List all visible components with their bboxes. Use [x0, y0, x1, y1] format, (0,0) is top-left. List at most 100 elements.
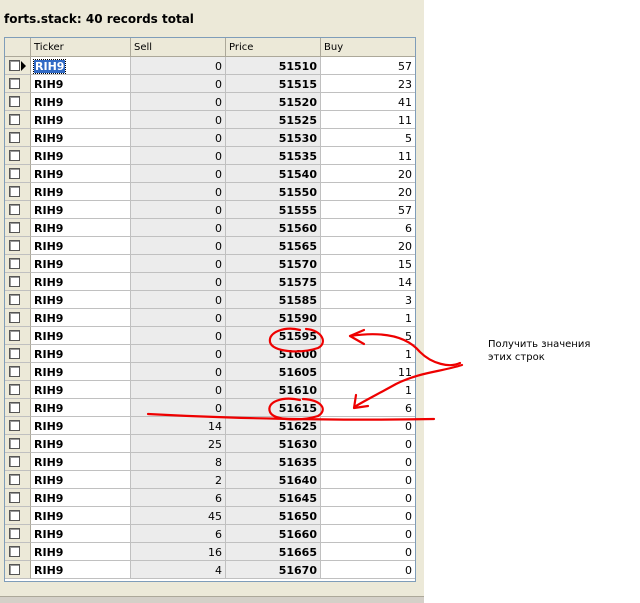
cell-price[interactable]: 51555 [226, 201, 321, 219]
row-checkbox[interactable] [9, 294, 20, 305]
row-indicator[interactable] [5, 111, 31, 129]
row-checkbox[interactable] [9, 420, 20, 431]
cell-buy[interactable]: 0 [321, 453, 415, 471]
cell-sell[interactable]: 16 [131, 543, 226, 561]
cell-price[interactable]: 51515 [226, 75, 321, 93]
cell-price[interactable]: 51605 [226, 363, 321, 381]
cell-price[interactable]: 51630 [226, 435, 321, 453]
row-indicator[interactable] [5, 363, 31, 381]
cell-buy[interactable]: 0 [321, 435, 415, 453]
cell-ticker[interactable]: RIH9 [31, 453, 131, 471]
cell-ticker[interactable]: RIH9 [31, 471, 131, 489]
row-indicator[interactable] [5, 561, 31, 579]
cell-buy[interactable]: 6 [321, 219, 415, 237]
cell-ticker[interactable]: RIH9 [31, 417, 131, 435]
cell-price[interactable]: 51570 [226, 255, 321, 273]
row-checkbox[interactable] [9, 474, 20, 485]
table-row[interactable]: RIH9 0 51590 1 [5, 309, 415, 327]
row-checkbox[interactable] [9, 564, 20, 575]
cell-sell[interactable]: 0 [131, 291, 226, 309]
cell-price[interactable]: 51530 [226, 129, 321, 147]
cell-sell[interactable]: 0 [131, 129, 226, 147]
header-corner[interactable] [5, 38, 31, 57]
row-checkbox[interactable] [9, 96, 20, 107]
column-header-price[interactable]: Price [226, 38, 321, 57]
row-checkbox[interactable] [9, 186, 20, 197]
cell-ticker[interactable]: RIH9 [31, 129, 131, 147]
cell-price[interactable]: 51520 [226, 93, 321, 111]
row-checkbox[interactable] [9, 150, 20, 161]
table-row[interactable]: RIH9 0 51595 5 [5, 327, 415, 345]
row-checkbox[interactable] [9, 456, 20, 467]
cell-sell[interactable]: 8 [131, 453, 226, 471]
row-indicator[interactable] [5, 183, 31, 201]
cell-sell[interactable]: 0 [131, 327, 226, 345]
cell-ticker[interactable]: RIH9 [31, 543, 131, 561]
cell-ticker[interactable]: RIH9 [31, 201, 131, 219]
row-indicator[interactable] [5, 93, 31, 111]
cell-buy[interactable]: 0 [321, 525, 415, 543]
row-checkbox[interactable] [9, 78, 20, 89]
cell-ticker[interactable]: RIH9 [31, 183, 131, 201]
cell-sell[interactable]: 0 [131, 255, 226, 273]
cell-buy[interactable]: 0 [321, 507, 415, 525]
cell-ticker[interactable]: RIH9 [31, 561, 131, 579]
column-header-sell[interactable]: Sell [131, 38, 226, 57]
table-row[interactable]: RIH9 0 51525 11 [5, 111, 415, 129]
cell-ticker[interactable]: RIH9 [31, 93, 131, 111]
row-indicator[interactable] [5, 219, 31, 237]
row-indicator[interactable] [5, 255, 31, 273]
row-indicator[interactable] [5, 435, 31, 453]
cell-price[interactable]: 51590 [226, 309, 321, 327]
row-indicator[interactable] [5, 471, 31, 489]
row-checkbox[interactable] [9, 240, 20, 251]
table-row[interactable]: RIH9 0 51565 20 [5, 237, 415, 255]
table-row[interactable]: RIH9 16 51665 0 [5, 543, 415, 561]
cell-buy[interactable]: 11 [321, 111, 415, 129]
table-row[interactable]: RIH9 0 51510 57 [5, 57, 415, 75]
cell-price[interactable]: 51595 [226, 327, 321, 345]
cell-ticker[interactable]: RIH9 [31, 237, 131, 255]
row-indicator[interactable] [5, 75, 31, 93]
cell-sell[interactable]: 14 [131, 417, 226, 435]
cell-buy[interactable]: 20 [321, 237, 415, 255]
cell-ticker[interactable]: RIH9 [31, 507, 131, 525]
row-indicator[interactable] [5, 147, 31, 165]
table-row[interactable]: RIH9 0 51550 20 [5, 183, 415, 201]
row-checkbox[interactable] [9, 204, 20, 215]
data-grid[interactable]: Ticker Sell Price Buy RIH9 0 51510 57 RIH9 0 5… [4, 37, 416, 582]
cell-sell[interactable]: 0 [131, 345, 226, 363]
cell-price[interactable]: 51660 [226, 525, 321, 543]
cell-sell[interactable]: 0 [131, 183, 226, 201]
row-indicator[interactable] [5, 129, 31, 147]
cell-price[interactable]: 51575 [226, 273, 321, 291]
table-row[interactable]: RIH9 0 51615 6 [5, 399, 415, 417]
table-row[interactable]: RIH9 0 51535 11 [5, 147, 415, 165]
cell-price[interactable]: 51560 [226, 219, 321, 237]
cell-buy[interactable]: 0 [321, 417, 415, 435]
cell-sell[interactable]: 0 [131, 399, 226, 417]
cell-sell[interactable]: 0 [131, 165, 226, 183]
row-indicator[interactable] [5, 417, 31, 435]
row-checkbox[interactable] [9, 438, 20, 449]
cell-ticker[interactable]: RIH9 [31, 75, 131, 93]
cell-buy[interactable]: 23 [321, 75, 415, 93]
cell-buy[interactable]: 15 [321, 255, 415, 273]
cell-buy[interactable]: 11 [321, 363, 415, 381]
cell-buy[interactable]: 41 [321, 93, 415, 111]
table-row[interactable]: RIH9 6 51660 0 [5, 525, 415, 543]
cell-sell[interactable]: 25 [131, 435, 226, 453]
cell-buy[interactable]: 14 [321, 273, 415, 291]
cell-price[interactable]: 51625 [226, 417, 321, 435]
cell-price[interactable]: 51540 [226, 165, 321, 183]
cell-sell[interactable]: 2 [131, 471, 226, 489]
cell-price[interactable]: 51640 [226, 471, 321, 489]
cell-price[interactable]: 51550 [226, 183, 321, 201]
cell-ticker[interactable]: RIH9 [31, 309, 131, 327]
cell-price[interactable]: 51510 [226, 57, 321, 75]
row-checkbox[interactable] [9, 528, 20, 539]
cell-ticker[interactable]: RIH9 [31, 399, 131, 417]
table-row[interactable]: RIH9 0 51605 11 [5, 363, 415, 381]
cell-price[interactable]: 51670 [226, 561, 321, 579]
cell-buy[interactable]: 3 [321, 291, 415, 309]
